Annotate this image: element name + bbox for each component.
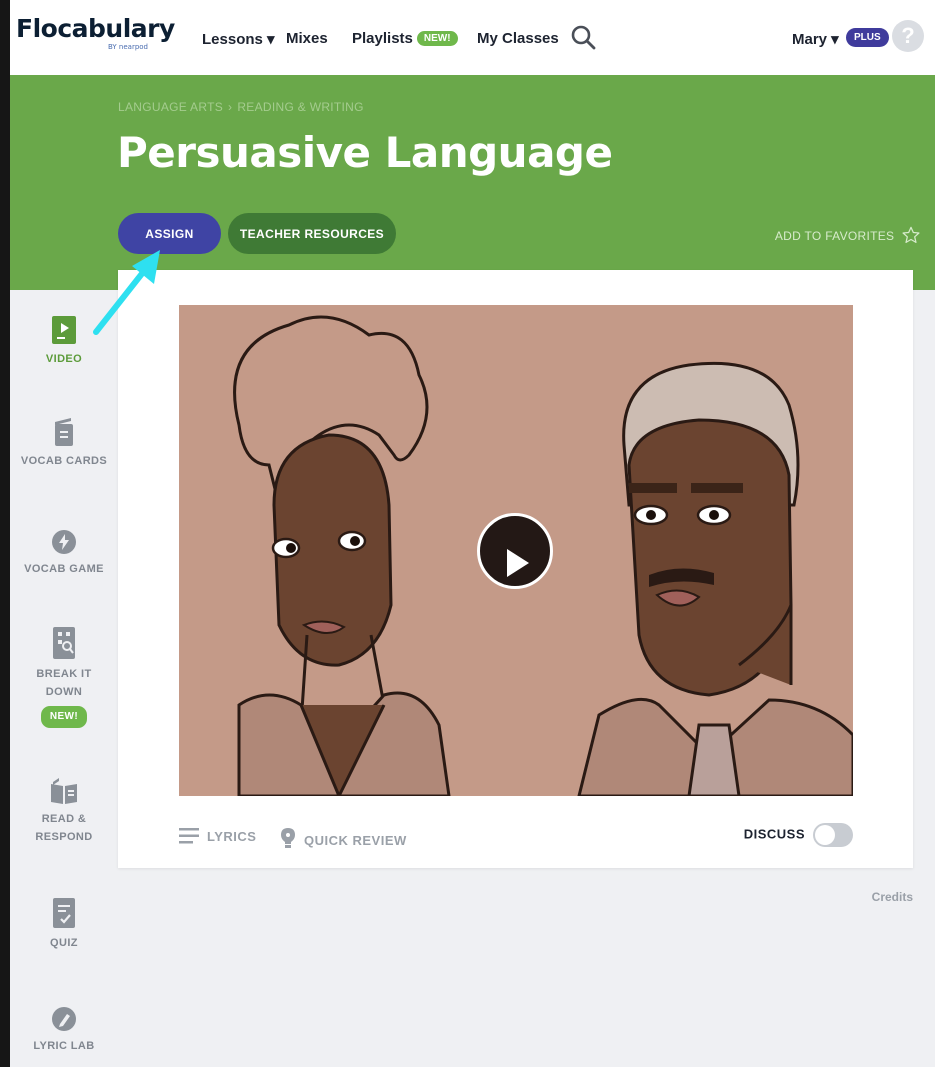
sidebar-item-label: BREAK IT DOWN (36, 668, 92, 698)
new-badge: NEW! (416, 31, 458, 46)
breadcrumb-separator: › (228, 100, 233, 114)
add-to-favorites[interactable]: ADD TO FAVORITES (775, 226, 920, 244)
break-it-down-icon (53, 627, 75, 659)
list-icon (179, 828, 199, 844)
annotation-arrow-icon (93, 250, 160, 335)
sidebar-item-break-it-down[interactable]: BREAK IT DOWN NEW! (10, 627, 118, 728)
breadcrumb: LANGUAGE ARTS › READING & WRITING (118, 100, 364, 114)
sidebar-item-vocab-cards[interactable]: VOCAB CARDS (10, 416, 118, 470)
lightbulb-icon (281, 828, 295, 848)
lyrics-label: LYRICS (207, 829, 257, 844)
discuss-toggle[interactable]: DISCUSS (744, 823, 853, 847)
sidebar-item-label: READ & RESPOND (35, 813, 93, 843)
book-icon (51, 778, 77, 804)
toggle-knob (815, 825, 835, 845)
nav-mixes[interactable]: Mixes (286, 30, 328, 47)
logo-subtext: BY nearpod (108, 43, 149, 51)
play-button[interactable] (477, 502, 553, 598)
teacher-resources-button[interactable]: TEACHER RESOURCES (228, 213, 396, 254)
quick-review-link[interactable]: QUICK REVIEW (280, 827, 407, 849)
sidebar-item-label: VIDEO (45, 353, 83, 365)
video-card: LYRICS QUICK REVIEW DISCUSS (118, 270, 913, 868)
user-menu[interactable]: Mary ▾ (792, 30, 839, 48)
vocab-cards-icon (55, 418, 73, 446)
star-icon (902, 226, 920, 244)
help-icon[interactable]: ? (892, 20, 924, 52)
sidebar-item-label: VOCAB GAME (24, 563, 104, 575)
app-frame: Flocabulary BY nearpod Lessons ▾ Mixes P… (10, 0, 935, 1067)
quiz-icon (53, 898, 75, 928)
search-icon[interactable] (570, 24, 596, 50)
sidebar-item-read-respond[interactable]: READ & RESPOND (10, 778, 118, 846)
discuss-label: DISCUSS (743, 826, 805, 842)
pen-icon (52, 1007, 76, 1031)
lightning-icon (52, 530, 76, 554)
sidebar-item-label: VOCAB CARDS (20, 455, 108, 467)
nav-playlists-label: Playlists (352, 30, 413, 47)
play-icon (477, 513, 553, 589)
add-to-favorites-label: ADD TO FAVORITES (774, 229, 895, 243)
sidebar-item-lyric-lab[interactable]: LYRIC LAB (10, 1007, 118, 1055)
toggle-switch[interactable] (813, 823, 853, 847)
video-player[interactable] (179, 305, 853, 796)
page-title: Persuasive Language (117, 128, 613, 177)
breadcrumb-language-arts[interactable]: LANGUAGE ARTS (118, 100, 223, 114)
breadcrumb-reading-writing[interactable]: READING & WRITING (237, 100, 363, 114)
nav-playlists[interactable]: Playlists NEW! (352, 30, 458, 47)
plus-badge: PLUS (846, 28, 889, 47)
nav-my-classes[interactable]: My Classes (477, 30, 559, 47)
sidebar-item-vocab-game[interactable]: VOCAB GAME (10, 530, 118, 578)
video-toolbar: LYRICS QUICK REVIEW DISCUSS (179, 823, 853, 849)
lyrics-link[interactable]: LYRICS (179, 827, 256, 845)
nav-lessons[interactable]: Lessons ▾ (202, 30, 275, 48)
sidebar-item-label: LYRIC LAB (33, 1040, 95, 1052)
sidebar-item-label: QUIZ (50, 937, 78, 949)
quick-review-label: QUICK REVIEW (304, 833, 407, 848)
sidebar-item-quiz[interactable]: QUIZ (10, 898, 118, 952)
credits-link[interactable]: Credits (872, 890, 913, 904)
video-icon (52, 316, 76, 344)
logo-text: Flocabulary (16, 14, 175, 43)
new-badge: NEW! (40, 706, 88, 728)
top-nav: Flocabulary BY nearpod Lessons ▾ Mixes P… (10, 0, 935, 75)
flocabulary-logo[interactable]: Flocabulary BY nearpod (12, 6, 175, 51)
